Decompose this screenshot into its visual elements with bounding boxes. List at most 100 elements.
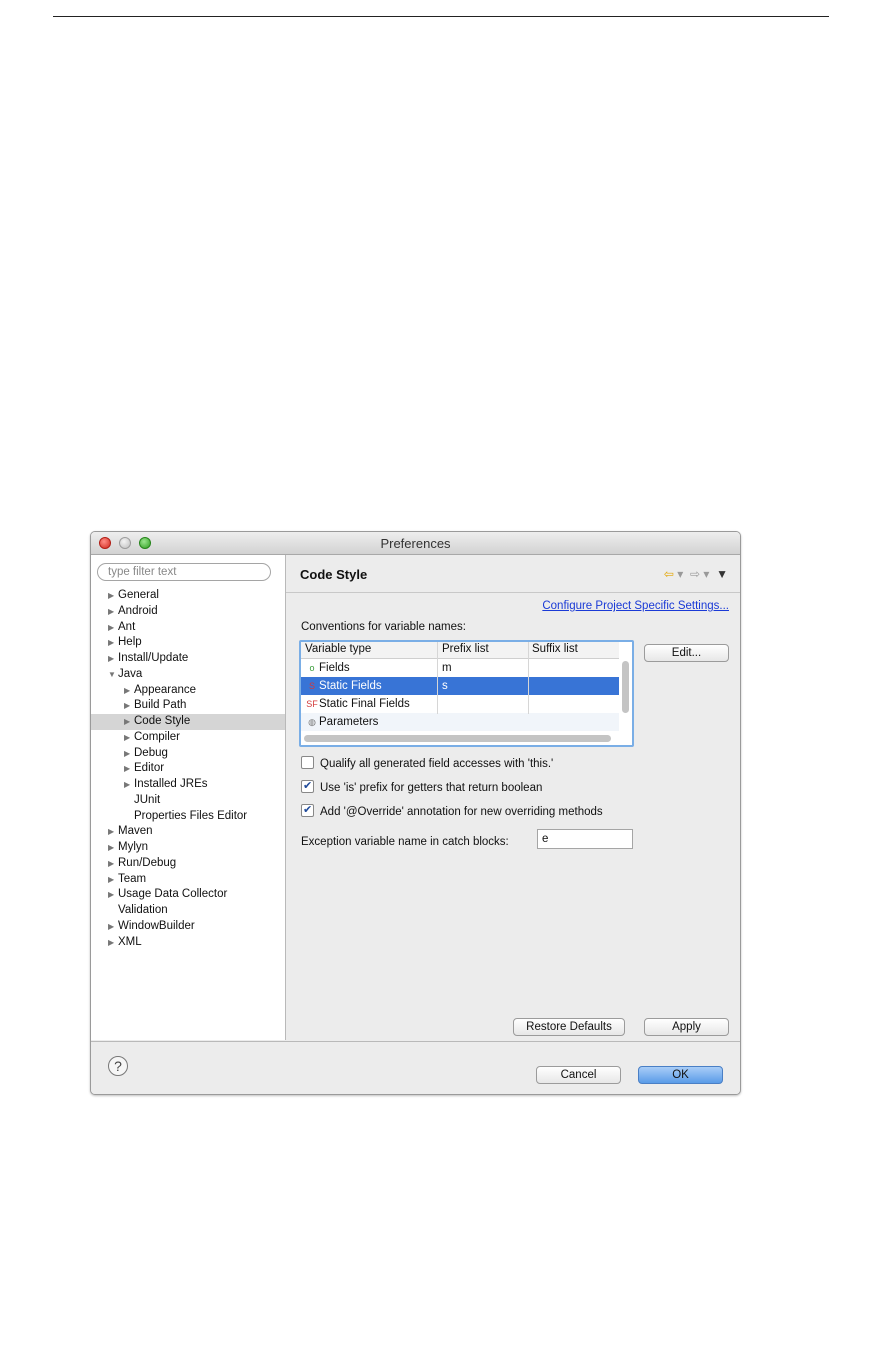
vertical-scrollbar[interactable] xyxy=(622,661,629,713)
sidebar-item-ant[interactable]: ▶ Ant xyxy=(91,620,285,636)
page-title: Code Style xyxy=(300,567,368,582)
sidebar-item-label: Android xyxy=(118,604,158,617)
sidebar-item-usage-data-collector[interactable]: ▶ Usage Data Collector xyxy=(91,887,285,903)
collapsed-arrow-icon[interactable]: ▶ xyxy=(108,588,118,604)
edit-button[interactable]: Edit... xyxy=(644,644,729,662)
horizontal-scrollbar[interactable] xyxy=(304,735,611,742)
exception-variable-input[interactable]: e xyxy=(537,829,633,849)
help-icon[interactable]: ? xyxy=(108,1056,128,1076)
sidebar-item-appearance[interactable]: ▶ Appearance xyxy=(91,683,285,699)
sidebar-item-label: Run/Debug xyxy=(118,856,177,869)
collapsed-arrow-icon[interactable]: ▶ xyxy=(124,761,134,777)
variable-type-icon: SF xyxy=(306,699,318,709)
sidebar-item-label: XML xyxy=(118,935,142,948)
collapsed-arrow-icon[interactable]: ▶ xyxy=(108,620,118,636)
collapsed-arrow-icon[interactable]: ▶ xyxy=(124,714,134,730)
collapsed-arrow-icon[interactable]: ▶ xyxy=(108,919,118,935)
filter-input[interactable]: type filter text xyxy=(97,563,271,581)
sidebar-item-code-style[interactable]: ▶ Code Style xyxy=(91,714,285,730)
sidebar-item-label: Maven xyxy=(118,825,153,838)
variable-names-table[interactable]: Variable type Prefix list Suffix list oF… xyxy=(299,640,634,747)
cancel-button[interactable]: Cancel xyxy=(536,1066,621,1084)
collapsed-arrow-icon[interactable]: ▶ xyxy=(108,872,118,888)
sidebar-item-editor[interactable]: ▶ Editor xyxy=(91,761,285,777)
sidebar-item-installed-jres[interactable]: ▶ Installed JREs xyxy=(91,777,285,793)
sidebar-item-windowbuilder[interactable]: ▶ WindowBuilder xyxy=(91,919,285,935)
ok-button[interactable]: OK xyxy=(638,1066,723,1084)
forward-arrow-icon[interactable]: ⇨ xyxy=(690,567,700,581)
collapsed-arrow-icon[interactable]: ▶ xyxy=(108,840,118,856)
column-header-variable-type[interactable]: Variable type xyxy=(305,643,371,655)
table-row[interactable]: SFStatic Final Fields xyxy=(301,695,619,713)
sidebar-item-label: JUnit xyxy=(134,793,161,806)
column-divider xyxy=(437,642,438,714)
restore-defaults-button[interactable]: Restore Defaults xyxy=(513,1018,625,1036)
expanded-arrow-icon[interactable]: ▼ xyxy=(108,667,118,683)
sidebar-item-label: Debug xyxy=(134,746,168,759)
collapsed-arrow-icon[interactable]: ▶ xyxy=(108,635,118,651)
collapsed-arrow-icon[interactable]: ▶ xyxy=(108,824,118,840)
sidebar-item-maven[interactable]: ▶ Maven xyxy=(91,824,285,840)
option-checkbox-row[interactable]: Use 'is' prefix for getters that return … xyxy=(301,778,542,796)
preferences-window: Preferences type filter text ▶ General ▶ An… xyxy=(90,531,741,1095)
exception-variable-label: Exception variable name in catch blocks: xyxy=(301,836,509,848)
forward-dropdown-icon[interactable]: ▾ xyxy=(703,567,709,581)
page-navigation: ⇦ ▾ ⇨ ▾ ▼ xyxy=(664,567,728,581)
title-bar: Preferences xyxy=(91,532,740,555)
sidebar-item-label: Code Style xyxy=(134,715,191,727)
sidebar-item-android[interactable]: ▶ Android xyxy=(91,604,285,620)
variable-type-icon: o xyxy=(309,663,315,673)
sidebar-item-mylyn[interactable]: ▶ Mylyn xyxy=(91,840,285,856)
window-title: Preferences xyxy=(380,536,451,551)
prefix-cell: m xyxy=(442,662,452,674)
column-header-suffix-list[interactable]: Suffix list xyxy=(532,643,578,655)
sidebar-item-label: WindowBuilder xyxy=(118,919,195,932)
option-checkbox-row[interactable]: Qualify all generated field accesses wit… xyxy=(301,756,553,772)
back-arrow-icon[interactable]: ⇦ xyxy=(664,567,674,581)
checkbox[interactable] xyxy=(301,802,314,818)
variable-type-cell: o Fields xyxy=(305,659,349,677)
sidebar-item-validation[interactable]: Validation xyxy=(91,903,285,919)
collapsed-arrow-icon[interactable]: ▶ xyxy=(108,604,118,620)
sidebar-item-junit[interactable]: JUnit xyxy=(91,793,285,809)
checkbox[interactable] xyxy=(301,778,314,794)
collapsed-arrow-icon[interactable]: ▶ xyxy=(108,856,118,872)
sidebar-item-label: Compiler xyxy=(134,730,181,743)
sidebar-item-properties-files-editor[interactable]: Properties Files Editor xyxy=(91,809,285,825)
sidebar-item-xml[interactable]: ▶ XML xyxy=(91,935,285,951)
sidebar-item-run-debug[interactable]: ▶ Run/Debug xyxy=(91,856,285,872)
collapsed-arrow-icon[interactable]: ▶ xyxy=(124,777,134,793)
back-dropdown-icon[interactable]: ▾ xyxy=(677,567,683,581)
sidebar-item-debug[interactable]: ▶ Debug xyxy=(91,746,285,762)
header-separator xyxy=(286,592,740,593)
sidebar-item-team[interactable]: ▶ Team xyxy=(91,872,285,888)
collapsed-arrow-icon[interactable]: ▶ xyxy=(124,683,134,699)
apply-button[interactable]: Apply xyxy=(644,1018,729,1036)
variable-type-icon: ◍ xyxy=(308,717,316,727)
sidebar-item-help[interactable]: ▶ Help xyxy=(91,635,285,651)
sidebar-item-label: Java xyxy=(118,667,143,680)
sidebar-item-install-update[interactable]: ▶ Install/Update xyxy=(91,651,285,667)
collapsed-arrow-icon[interactable]: ▶ xyxy=(124,698,134,714)
variable-type-cell: S Static Fields xyxy=(305,677,382,695)
variable-type-cell: SFStatic Final Fields xyxy=(305,695,410,713)
option-checkbox-row[interactable]: Add '@Override' annotation for new overr… xyxy=(301,802,603,820)
sidebar-item-label: Usage Data Collector xyxy=(118,888,228,901)
table-row[interactable]: S Static Fields s xyxy=(301,677,619,695)
collapsed-arrow-icon[interactable]: ▶ xyxy=(108,887,118,903)
checkbox[interactable] xyxy=(301,756,314,769)
table-row[interactable]: ◍ Parameters xyxy=(301,713,619,731)
table-row[interactable]: o Fields m xyxy=(301,659,619,677)
collapsed-arrow-icon[interactable]: ▶ xyxy=(124,746,134,762)
sidebar-item-label: Validation xyxy=(118,904,168,916)
sidebar-item-compiler[interactable]: ▶ Compiler xyxy=(91,730,285,746)
sidebar-item-build-path[interactable]: ▶ Build Path xyxy=(91,698,285,714)
sidebar-item-java[interactable]: ▼ Java xyxy=(91,667,285,683)
collapsed-arrow-icon[interactable]: ▶ xyxy=(108,651,118,667)
column-header-prefix-list[interactable]: Prefix list xyxy=(442,643,489,655)
configure-project-settings-link[interactable]: Configure Project Specific Settings... xyxy=(542,600,729,612)
view-menu-icon[interactable]: ▼ xyxy=(716,567,728,581)
sidebar-item-general[interactable]: ▶ General xyxy=(91,588,285,604)
collapsed-arrow-icon[interactable]: ▶ xyxy=(124,730,134,746)
collapsed-arrow-icon[interactable]: ▶ xyxy=(108,935,118,951)
